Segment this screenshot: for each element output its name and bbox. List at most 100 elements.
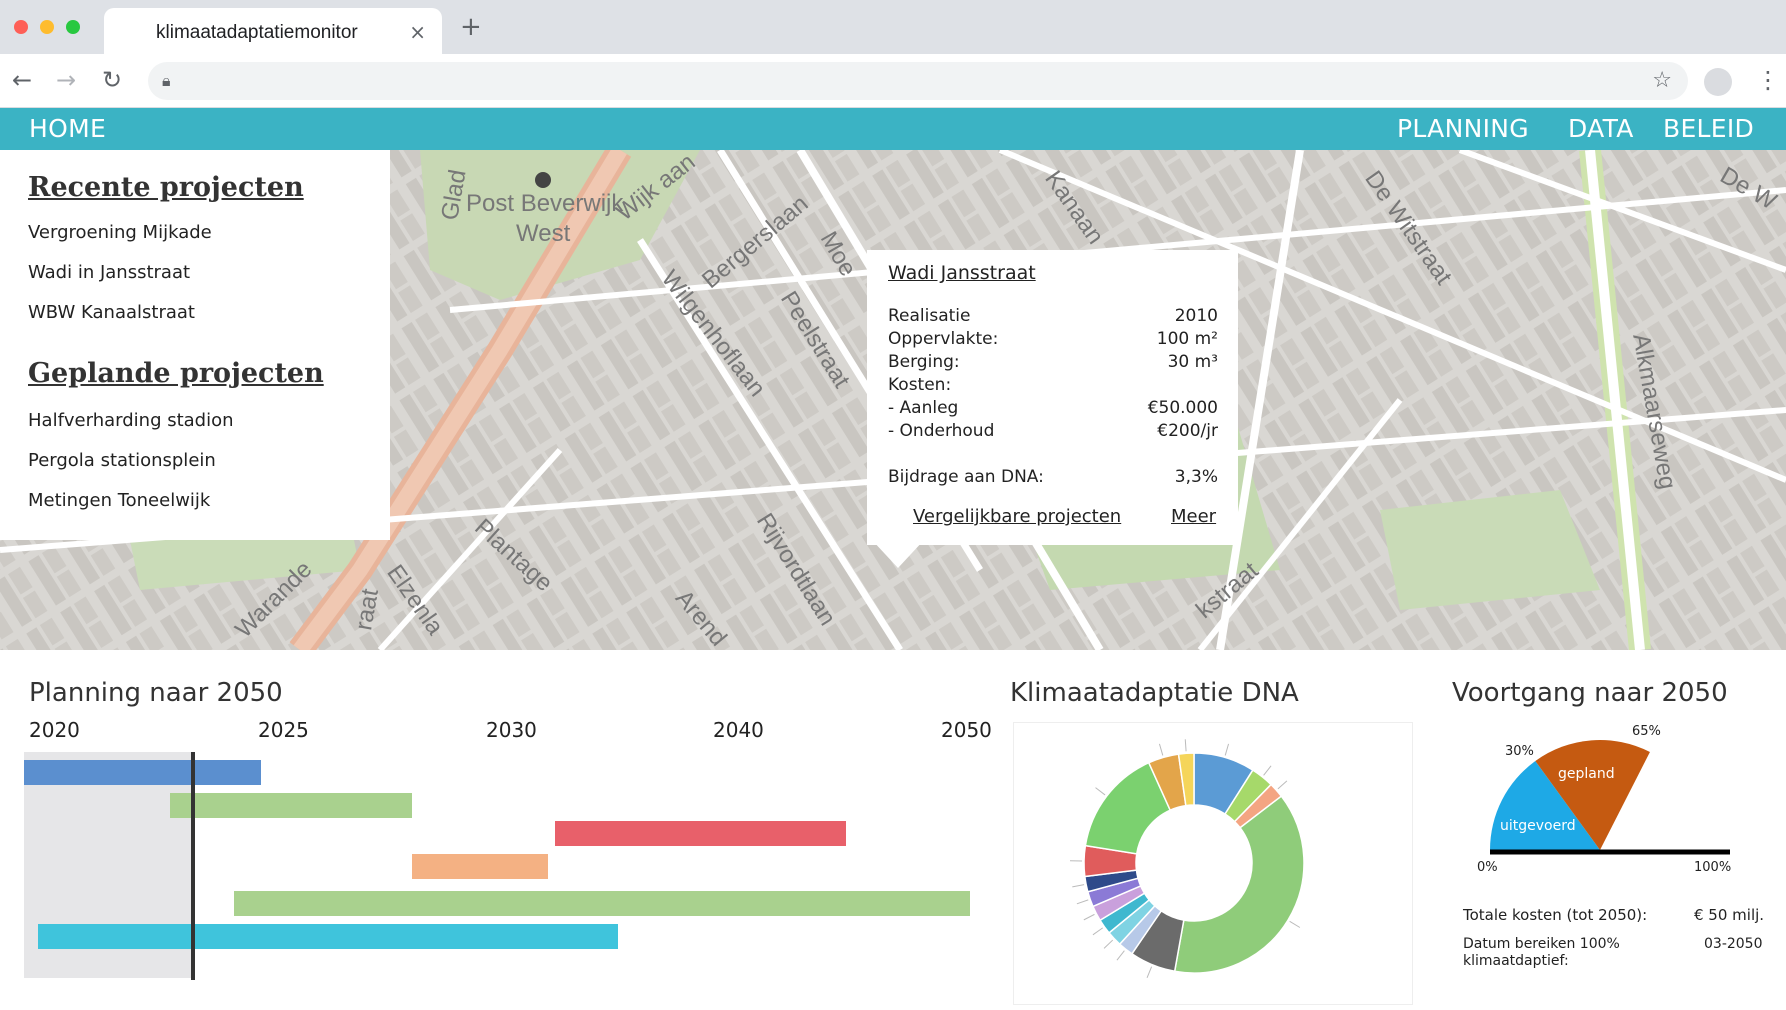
popup-row-key: Bijdrage aan DNA: — [888, 467, 1044, 487]
minimize-window-button[interactable] — [40, 20, 54, 34]
map-label: Post Beverwijk — [466, 190, 623, 218]
donut-leader-line — [1264, 766, 1271, 775]
donut-leader-line — [1096, 788, 1106, 795]
new-tab-icon[interactable]: + — [460, 12, 482, 42]
year-label: 2040 — [713, 718, 764, 742]
donut-leader-line — [1225, 744, 1228, 756]
map-label: West — [516, 220, 570, 248]
gantt-bar[interactable] — [38, 924, 619, 949]
planned-project-item[interactable]: Pergola stationsplein — [28, 450, 216, 471]
nav-home[interactable]: HOME — [29, 114, 106, 143]
browser-tab[interactable]: klimaatadaptatiemonitor × — [104, 8, 442, 54]
total-cost-label: Totale kosten (tot 2050): — [1463, 906, 1647, 924]
popup-row-key: - Onderhoud — [888, 421, 994, 441]
gantt-bar[interactable] — [555, 821, 846, 846]
profile-avatar[interactable] — [1704, 68, 1732, 96]
url-input[interactable]: 🔒︎ ☆ — [148, 62, 1688, 100]
gantt-bar[interactable] — [24, 760, 261, 785]
bookmark-star-icon[interactable]: ☆ — [1652, 68, 1672, 93]
popup-row-key: Kosten: — [888, 375, 951, 395]
nav-beleid[interactable]: BELEID — [1663, 114, 1754, 143]
planned-projects-title: Geplande projecten — [28, 358, 324, 389]
recent-project-item[interactable]: Wadi in Jansstraat — [28, 262, 190, 283]
year-label: 2050 — [941, 718, 992, 742]
lock-icon: 🔒︎ — [162, 71, 171, 91]
donut-leader-line — [1104, 940, 1113, 948]
popup-row: - Aanleg €50.000 — [888, 398, 1218, 418]
reload-icon[interactable]: ↻ — [102, 66, 122, 94]
popup-row-key: Realisatie — [888, 306, 971, 326]
progress-title: Voortgang naar 2050 — [1452, 678, 1728, 708]
dna-donut-chart[interactable] — [1014, 723, 1414, 1006]
popup-row: Berging: 30 m³ — [888, 352, 1218, 372]
popup-row-key: - Aanleg — [888, 398, 958, 418]
year-label: 2030 — [486, 718, 537, 742]
date-100-label: Datum bereiken 100% — [1463, 936, 1620, 952]
donut-leader-line — [1084, 914, 1095, 920]
compare-projects-link[interactable]: Vergelijkbare projecten — [913, 506, 1121, 527]
nav-data[interactable]: DATA — [1568, 114, 1634, 143]
project-popup: Wadi Jansstraat Realisatie 2010 Oppervlak… — [867, 250, 1238, 545]
maximize-window-button[interactable] — [66, 20, 80, 34]
back-arrow-icon[interactable]: ← — [12, 66, 32, 94]
donut-leader-line — [1147, 967, 1152, 978]
gantt-bar[interactable] — [412, 854, 549, 879]
gauge-label-100: 100% — [1694, 860, 1731, 875]
gantt-bar[interactable] — [234, 891, 970, 916]
donut-leader-line — [1278, 781, 1287, 789]
donut-leader-line — [1159, 744, 1162, 756]
browser-tab-bar: klimaatadaptatiemonitor × + — [0, 0, 1786, 54]
recent-project-item[interactable]: WBW Kanaalstraat — [28, 302, 195, 323]
donut-leader-line — [1185, 739, 1186, 751]
recent-project-item[interactable]: Vergroening Mijkade — [28, 222, 212, 243]
nav-planning[interactable]: PLANNING — [1397, 114, 1529, 143]
popup-row-value: 3,3% — [1175, 467, 1218, 487]
gauge-label-65: 65% — [1632, 724, 1661, 739]
current-date-marker — [191, 752, 195, 980]
more-link[interactable]: Meer — [1171, 506, 1216, 527]
forward-arrow-icon[interactable]: → — [56, 66, 76, 94]
year-label: 2020 — [29, 718, 80, 742]
popup-row: Bijdrage aan DNA: 3,3% — [888, 467, 1218, 487]
donut-leader-line — [1093, 928, 1103, 935]
projects-panel: Recente projecten Vergroening Mijkade Wa… — [0, 150, 390, 540]
popup-row: Kosten: — [888, 375, 1218, 395]
planned-project-item[interactable]: Halfverharding stadion — [28, 410, 234, 431]
popup-row-value: 30 m³ — [1168, 352, 1218, 372]
donut-leader-line — [1117, 951, 1124, 960]
menu-kebab-icon[interactable]: ⋮ — [1756, 66, 1780, 94]
popup-title: Wadi Jansstraat — [888, 262, 1036, 284]
tab-close-icon[interactable]: × — [409, 20, 426, 44]
popup-row: Realisatie 2010 — [888, 306, 1218, 326]
popup-row-key: Berging: — [888, 352, 960, 372]
donut-leader-line — [1077, 900, 1088, 904]
donut-leader-line — [1072, 885, 1084, 887]
tab-title: klimaatadaptatiemonitor — [156, 22, 358, 44]
dna-chart-frame — [1013, 722, 1413, 1005]
popup-row-value: 100 m² — [1157, 329, 1218, 349]
date-100-value: 03-2050 — [1704, 936, 1763, 952]
planning-title: Planning naar 2050 — [29, 678, 283, 708]
popup-row-value: €50.000 — [1148, 398, 1218, 418]
total-cost-value: € 50 milj. — [1694, 906, 1764, 924]
close-window-button[interactable] — [14, 20, 28, 34]
done-label: uitgevoerd — [1500, 818, 1576, 834]
planned-label: gepland — [1558, 766, 1615, 782]
dna-title: Klimaatadaptatie DNA — [1010, 678, 1299, 708]
gantt-bar[interactable] — [170, 793, 412, 818]
popup-row-value: 2010 — [1175, 306, 1218, 326]
recent-projects-title: Recente projecten — [28, 172, 304, 203]
popup-row: - Onderhoud €200/jr — [888, 421, 1218, 441]
gauge-label-30: 30% — [1505, 744, 1534, 759]
progress-gauge — [1465, 720, 1765, 870]
date-100-label-line2: klimaatdaptief: — [1463, 953, 1569, 969]
popup-row: Oppervlakte: 100 m² — [888, 329, 1218, 349]
gauge-label-0: 0% — [1477, 860, 1498, 875]
donut-leader-line — [1290, 921, 1300, 927]
popup-row-value: €200/jr — [1157, 421, 1218, 441]
popup-row-key: Oppervlakte: — [888, 329, 998, 349]
address-bar: ← → ↻ 🔒︎ ☆ ⋮ — [0, 54, 1786, 108]
planned-project-item[interactable]: Metingen Toneelwijk — [28, 490, 210, 511]
year-label: 2025 — [258, 718, 309, 742]
app-nav-bar: HOME PLANNING DATA BELEID — [0, 108, 1786, 150]
